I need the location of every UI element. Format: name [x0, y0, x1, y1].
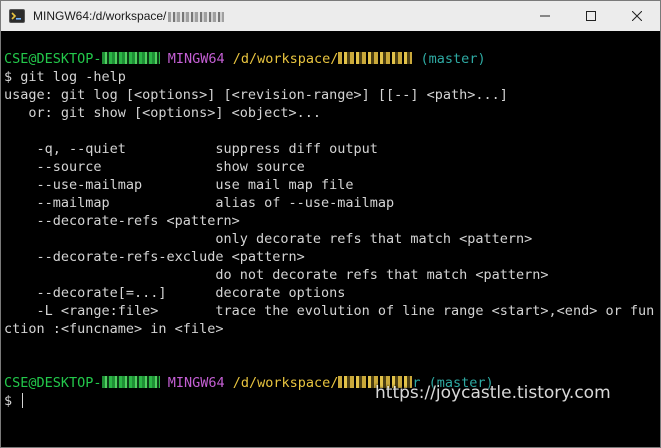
redacted-hostname: [101, 376, 160, 388]
prompt-path: /d/workspace/: [232, 375, 339, 391]
watermark: https://joycastle.tistory.com: [375, 383, 611, 403]
minimize-icon: [540, 15, 550, 17]
minimize-button[interactable]: [522, 1, 568, 31]
prompt-line: CSE@DESKTOP- MINGW64 /d/workspace/ (mast…: [4, 50, 660, 68]
output-line: -q, --quiet suppress diff output: [4, 141, 378, 157]
prompt-user: CSE@DESKTOP-: [4, 375, 102, 391]
terminal-window: MINGW64:/d/workspace/ CSE@DESKTOP- MINGW…: [0, 0, 661, 448]
output-line: do not decorate refs that match <pattern…: [4, 267, 549, 283]
prompt-path: /d/workspace/: [232, 51, 339, 67]
redacted-hostname: [101, 52, 160, 64]
output-line: --mailmap alias of --use-mailmap: [4, 195, 395, 211]
output-line: ction :<funcname> in <file>: [4, 321, 224, 337]
output-line: --use-mailmap use mail map file: [4, 177, 354, 193]
maximize-button[interactable]: [568, 1, 614, 31]
prompt-shell: MINGW64: [167, 375, 225, 391]
close-button[interactable]: [614, 1, 660, 31]
output-line: usage: git log [<options>] [<revision-ra…: [4, 87, 508, 103]
redacted-folder-name: [168, 11, 225, 22]
window-title: MINGW64:/d/workspace/: [33, 9, 225, 23]
output-line: only decorate refs that match <pattern>: [4, 231, 533, 247]
title-bar[interactable]: MINGW64:/d/workspace/: [1, 1, 660, 31]
command-line: $ git log -help: [4, 69, 126, 85]
prompt-shell: MINGW64: [167, 51, 225, 67]
close-icon: [632, 11, 642, 21]
maximize-icon: [586, 11, 596, 21]
output-line: --decorate-refs <pattern>: [4, 213, 240, 229]
mingw-terminal-icon: [9, 9, 25, 23]
output-line: --source show source: [4, 159, 305, 175]
text-cursor: [22, 393, 24, 408]
prompt-symbol: $: [4, 393, 13, 409]
output-line: --decorate[=...] decorate options: [4, 285, 346, 301]
prompt-user: CSE@DESKTOP-: [4, 51, 102, 67]
redacted-folder: [338, 52, 413, 64]
output-line: -L <range:file> trace the evolution of l…: [4, 303, 655, 319]
output-line: or: git show [<options>] <object>...: [4, 105, 321, 121]
output-line: --decorate-refs-exclude <pattern>: [4, 249, 305, 265]
prompt-branch: (master): [420, 51, 486, 67]
